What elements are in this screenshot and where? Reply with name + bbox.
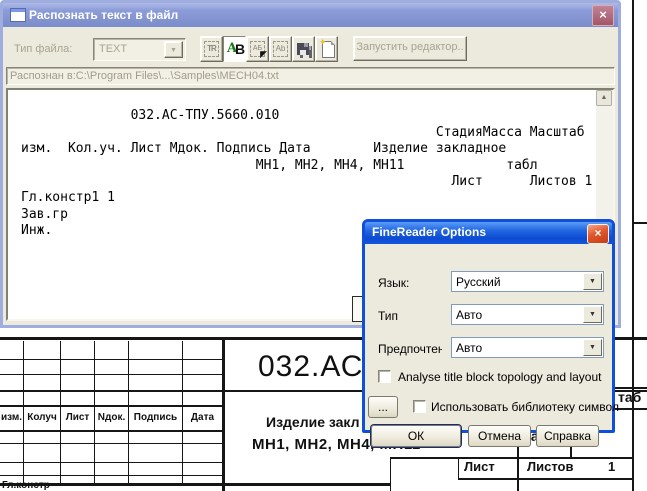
dialog-title: FineReader Options bbox=[372, 225, 486, 239]
drawing-product-label: Изделие закл bbox=[266, 414, 360, 430]
finereader-options-dialog: FineReader Options × Язык: Русский ▼ Тип… bbox=[362, 219, 615, 433]
preference-value: Авто bbox=[456, 341, 482, 355]
drawing-doc-number: 032.АС bbox=[258, 350, 363, 384]
table-header-koluch: Колуч bbox=[24, 412, 60, 423]
table-header-data: Дата bbox=[183, 412, 222, 423]
window-icon bbox=[10, 8, 26, 22]
grid-line bbox=[458, 457, 459, 478]
floppy-disk-icon bbox=[297, 43, 309, 55]
ok-button[interactable]: ОК bbox=[371, 425, 461, 447]
select-text-block-icon-button[interactable]: АБ ◤ bbox=[246, 36, 269, 62]
grid-line bbox=[390, 457, 391, 491]
cursor-icon: ◤ bbox=[260, 49, 267, 60]
window-title: Распознать текст в файл bbox=[29, 8, 178, 22]
chevron-down-icon[interactable]: ▼ bbox=[164, 41, 183, 58]
recognized-text: 032.АС-ТПУ.5660.010 СтадияМасса Масштаб … bbox=[8, 90, 613, 240]
grid-line bbox=[0, 475, 225, 476]
help-button[interactable]: Справка bbox=[536, 425, 599, 447]
grid-line bbox=[0, 443, 225, 444]
type-value: Авто bbox=[456, 308, 482, 322]
grid-line bbox=[0, 430, 225, 432]
type-combobox[interactable]: Авто ▼ bbox=[451, 304, 604, 325]
type-label: Тип bbox=[378, 309, 398, 323]
table-header-list: Лист bbox=[61, 412, 94, 423]
new-document-icon: ✦ bbox=[322, 41, 335, 58]
language-value: Русский bbox=[456, 275, 501, 289]
grid-line bbox=[0, 483, 390, 486]
drawing-sheets-value: 1 bbox=[608, 459, 615, 474]
chevron-down-icon[interactable]: ▼ bbox=[583, 306, 602, 323]
grid-line bbox=[0, 462, 225, 463]
sparkle-icon: ✦ bbox=[319, 37, 327, 48]
run-editor-button[interactable]: Запустить редактор.. bbox=[353, 36, 467, 61]
drawing-sheets-label: Листов bbox=[527, 459, 573, 474]
file-type-value: TEXT bbox=[99, 43, 127, 55]
table-header-podpis: Подпись bbox=[129, 412, 182, 423]
preference-combobox[interactable]: Авто ▼ bbox=[451, 337, 604, 358]
chevron-down-icon[interactable]: ▼ bbox=[583, 339, 602, 356]
close-icon[interactable]: × bbox=[592, 5, 614, 26]
file-type-label: Тип файла: bbox=[14, 43, 72, 55]
block-text-icon-button[interactable]: Аb bbox=[269, 36, 292, 62]
preference-label: Предпочтен bbox=[378, 342, 442, 356]
dialog-body: Язык: Русский ▼ Тип Авто ▼ Предпочтен Ав… bbox=[365, 244, 612, 430]
new-document-icon-button[interactable]: ✦ bbox=[315, 36, 338, 62]
analyse-title-block-label: Analyse title block topology and layout bbox=[398, 370, 601, 384]
language-label: Язык: bbox=[378, 276, 409, 290]
grid-line bbox=[0, 359, 225, 360]
tr-icon: TR bbox=[204, 41, 219, 57]
drawing-tab-margin: таб bbox=[618, 389, 641, 405]
block-text-icon: Аb bbox=[273, 41, 288, 57]
drawing-chief-designer: Гл.констр bbox=[2, 480, 50, 491]
close-icon[interactable]: × bbox=[587, 224, 609, 244]
grid-line bbox=[390, 457, 632, 459]
cancel-button[interactable]: Отмена bbox=[468, 425, 531, 447]
grid-line bbox=[0, 390, 225, 392]
file-type-combobox[interactable]: TEXT ▼ bbox=[93, 38, 186, 61]
drawing-line bbox=[632, 222, 647, 224]
language-combobox[interactable]: Русский ▼ bbox=[451, 271, 604, 292]
drawing-right-border bbox=[632, 0, 634, 491]
browse-button[interactable]: ... bbox=[368, 396, 398, 418]
save-icon-button[interactable] bbox=[292, 36, 315, 62]
grid-line bbox=[0, 374, 225, 375]
use-symbol-library-checkbox[interactable] bbox=[413, 400, 426, 413]
tr-layout-icon-button[interactable]: TR bbox=[200, 36, 223, 62]
grid-line bbox=[0, 405, 225, 407]
use-symbol-library-label: Использовать библиотеку символ bbox=[431, 400, 619, 414]
dialog-titlebar[interactable]: FineReader Options × bbox=[365, 222, 612, 244]
table-header-ndok: Nдок. bbox=[95, 412, 128, 423]
chevron-down-icon[interactable]: ▼ bbox=[583, 273, 602, 290]
grid-line bbox=[615, 408, 647, 410]
status-bar: Распознан в:C:\Program Files\...\Samples… bbox=[6, 67, 615, 85]
table-header-izm: изм. bbox=[0, 412, 23, 423]
window-titlebar[interactable]: Распознать текст в файл × bbox=[3, 3, 618, 27]
analyse-title-block-checkbox[interactable] bbox=[378, 370, 391, 383]
letter-b-icon: B bbox=[235, 41, 245, 57]
scroll-up-icon[interactable]: ▲ bbox=[596, 90, 612, 106]
grid-line bbox=[222, 337, 225, 491]
drawing-sheet-label: Лист bbox=[464, 459, 495, 474]
text-mode-icon-button[interactable]: A B bbox=[223, 36, 246, 62]
grid-line bbox=[458, 478, 632, 480]
